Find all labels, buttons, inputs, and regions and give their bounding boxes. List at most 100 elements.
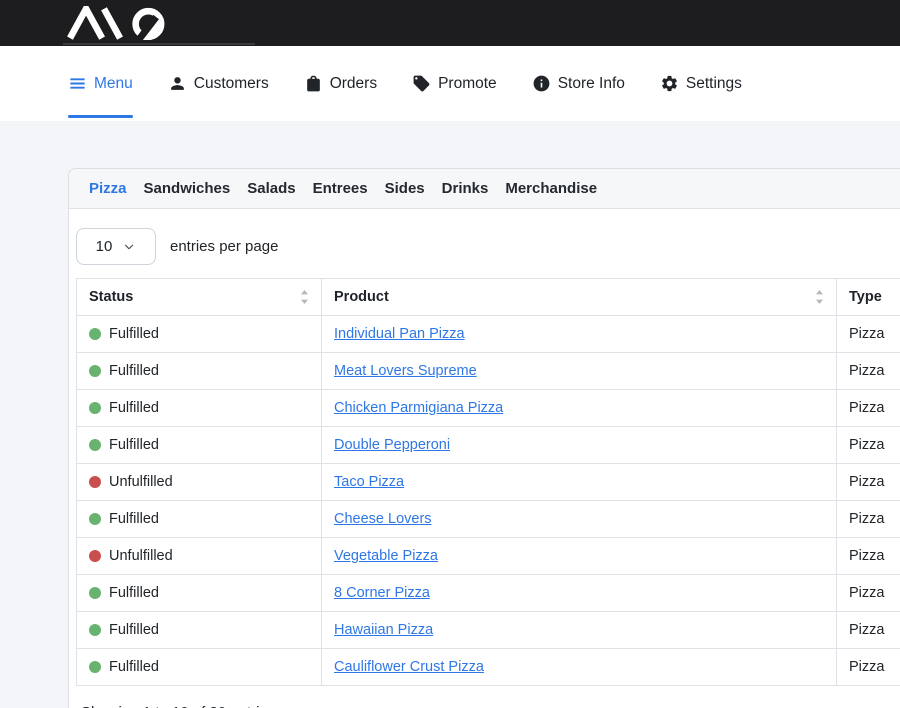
status-cell: Fulfilled — [77, 612, 322, 649]
status-label: Unfulfilled — [109, 547, 173, 565]
gear-icon — [660, 74, 679, 93]
column-header-type[interactable]: Type — [837, 279, 900, 316]
nav-item-customers[interactable]: Customers — [168, 46, 269, 121]
type-cell: Pizza — [837, 353, 900, 390]
nav-item-label: Orders — [330, 75, 377, 93]
nav-item-store-info[interactable]: Store Info — [532, 46, 625, 121]
type-cell: Pizza — [837, 649, 900, 686]
nav-item-orders[interactable]: Orders — [304, 46, 377, 121]
nav-item-menu[interactable]: Menu — [68, 46, 133, 121]
chevron-down-icon — [122, 240, 136, 254]
status-cell: Unfulfilled — [77, 538, 322, 575]
product-link[interactable]: 8 Corner Pizza — [334, 585, 430, 601]
column-label: Type — [849, 288, 882, 306]
product-cell: Chicken Parmigiana Pizza — [322, 390, 837, 427]
status-dot-green — [89, 587, 101, 599]
type-cell: Pizza — [837, 316, 900, 353]
nav-item-label: Promote — [438, 75, 497, 93]
nav-item-label: Store Info — [558, 75, 625, 93]
nav-item-promote[interactable]: Promote — [412, 46, 497, 121]
status-label: Fulfilled — [109, 584, 159, 602]
column-header-status[interactable]: Status — [77, 279, 322, 316]
product-cell: Hawaiian Pizza — [322, 612, 837, 649]
status-dot-green — [89, 365, 101, 377]
status-label: Fulfilled — [109, 325, 159, 343]
status-cell: Fulfilled — [77, 390, 322, 427]
status-cell: Fulfilled — [77, 575, 322, 612]
product-link[interactable]: Taco Pizza — [334, 474, 404, 490]
column-label: Status — [89, 288, 133, 306]
bag-icon — [304, 74, 323, 93]
tag-icon — [412, 74, 431, 93]
status-dot-green — [89, 624, 101, 636]
status-dot-green — [89, 328, 101, 340]
status-dot-green — [89, 402, 101, 414]
tab-drinks[interactable]: Drinks — [442, 180, 489, 197]
logo-underline — [63, 43, 255, 45]
table-row: Fulfilled Chicken Parmigiana Pizza Pizza — [77, 390, 900, 427]
product-cell: Vegetable Pizza — [322, 538, 837, 575]
main-navbar: Menu Customers Orders Promote Store Info Sett… — [0, 46, 900, 121]
status-cell: Fulfilled — [77, 316, 322, 353]
product-link[interactable]: Hawaiian Pizza — [334, 622, 433, 638]
entries-per-page-value: 10 — [96, 238, 113, 255]
product-cell: Cheese Lovers — [322, 501, 837, 538]
tab-sides[interactable]: Sides — [385, 180, 425, 197]
product-link[interactable]: Individual Pan Pizza — [334, 326, 465, 342]
status-cell: Unfulfilled — [77, 464, 322, 501]
sort-icon[interactable] — [300, 290, 309, 304]
nav-item-settings[interactable]: Settings — [660, 46, 742, 121]
tab-sandwiches[interactable]: Sandwiches — [144, 180, 231, 197]
table-header-row: Status Product Type — [77, 279, 900, 316]
status-dot-green — [89, 661, 101, 673]
product-cell: Individual Pan Pizza — [322, 316, 837, 353]
product-link[interactable]: Vegetable Pizza — [334, 548, 438, 564]
nav-item-label: Menu — [94, 75, 133, 93]
type-cell: Pizza — [837, 612, 900, 649]
table-row: FulfilledDouble PepperoniPizza — [77, 427, 900, 464]
product-cell: Meat Lovers Supreme — [322, 353, 837, 390]
person-icon — [168, 74, 187, 93]
tab-pizza[interactable]: Pizza — [89, 180, 127, 197]
tab-entrees[interactable]: Entrees — [313, 180, 368, 197]
table-row: Fulfilled Cauliflower Crust Pizza Pizza — [77, 649, 900, 686]
type-cell: Pizza — [837, 501, 900, 538]
category-tabs: Pizza Sandwiches Salads Entrees Sides Drinks M… — [69, 169, 900, 209]
tab-merchandise[interactable]: Merchandise — [505, 180, 597, 197]
type-cell: Pizza — [837, 538, 900, 575]
status-dot-green — [89, 439, 101, 451]
info-icon — [532, 74, 551, 93]
status-cell: Fulfilled — [77, 353, 322, 390]
status-label: Fulfilled — [109, 658, 159, 676]
product-link[interactable]: Chicken Parmigiana Pizza — [334, 400, 503, 416]
nav-item-label: Customers — [194, 75, 269, 93]
column-header-product[interactable]: Product — [322, 279, 837, 316]
product-link[interactable]: Double Pepperoni — [334, 437, 450, 453]
type-cell: Pizza — [837, 390, 900, 427]
sort-icon[interactable] — [815, 290, 824, 304]
menu-icon — [68, 74, 87, 93]
nav-item-label: Settings — [686, 75, 742, 93]
product-link[interactable]: Cauliflower Crust Pizza — [334, 659, 484, 675]
brand-logo[interactable] — [62, 6, 180, 45]
type-cell: Pizza — [837, 464, 900, 501]
type-cell: Pizza — [837, 575, 900, 612]
status-cell: Fulfilled — [77, 649, 322, 686]
table-row: Fulfilled Hawaiian Pizza Pizza — [77, 612, 900, 649]
entries-per-page-label: entries per page — [170, 238, 278, 255]
product-link[interactable]: Meat Lovers Supreme — [334, 363, 477, 379]
column-label: Product — [334, 288, 389, 306]
entries-per-page-select[interactable]: 10 — [76, 228, 156, 265]
status-label: Fulfilled — [109, 399, 159, 417]
product-cell: Cauliflower Crust Pizza — [322, 649, 837, 686]
status-cell: Fulfilled — [77, 427, 322, 464]
menu-card: Pizza Sandwiches Salads Entrees Sides Drinks M… — [68, 168, 900, 708]
aiq-logo-icon — [62, 6, 180, 40]
tab-salads[interactable]: Salads — [247, 180, 295, 197]
table-row: Fulfilled 8 Corner Pizza Pizza — [77, 575, 900, 612]
table-row: Unfulfilled Vegetable Pizza Pizza — [77, 538, 900, 575]
menu-card-body: 10 entries per page Status Product Type Fu… — [69, 209, 900, 708]
status-label: Fulfilled — [109, 362, 159, 380]
product-link[interactable]: Cheese Lovers — [334, 511, 432, 527]
status-cell: Fulfilled — [77, 501, 322, 538]
